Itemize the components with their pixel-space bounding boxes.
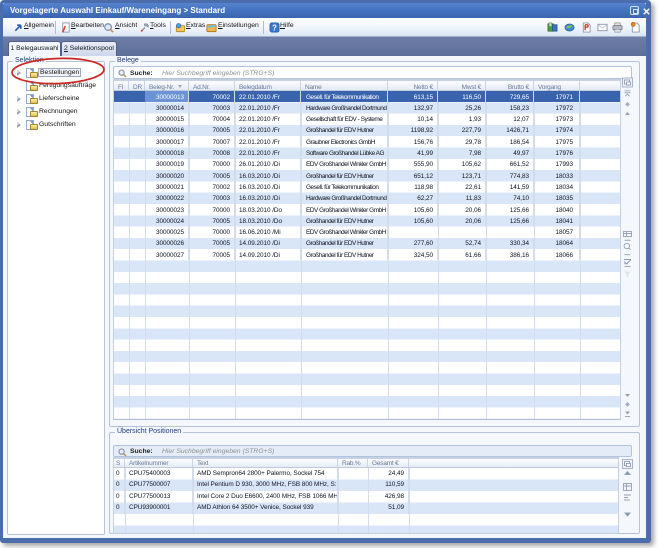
svg-text:?: ? <box>272 23 277 32</box>
